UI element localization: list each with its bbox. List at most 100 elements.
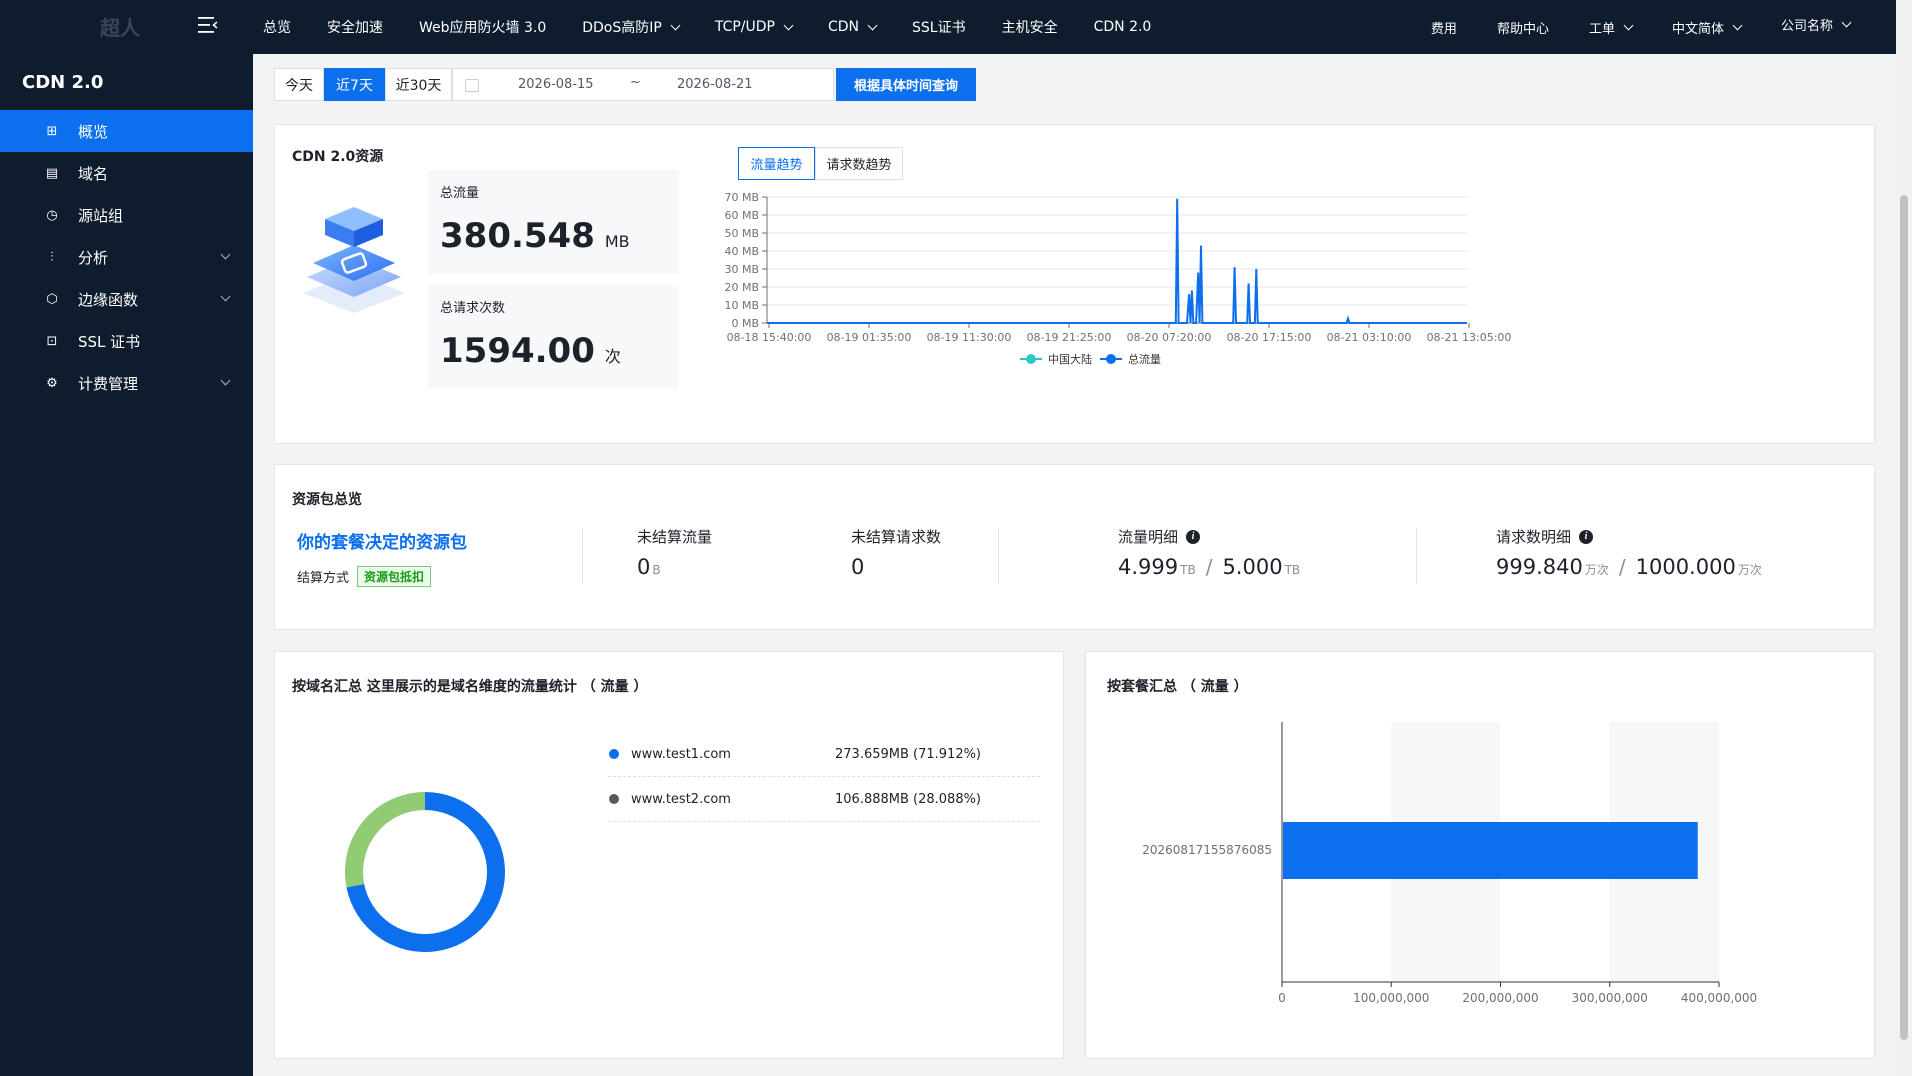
- page-scrollbar[interactable]: [1896, 0, 1912, 1076]
- ticket-dropdown[interactable]: 工单: [1589, 18, 1634, 37]
- divider: [582, 528, 583, 584]
- category-label: 20260817155876085: [1142, 843, 1272, 857]
- plan-bar[interactable]: [1283, 822, 1698, 879]
- legend-marker-icon: [1026, 354, 1036, 364]
- cdn-resource-card: CDN 2.0资源 总流量 380.548 MB 总请求次数 1594.00 次…: [274, 124, 1875, 444]
- help-center-link[interactable]: 帮助中心: [1497, 18, 1549, 37]
- request-detail-value: 999.840 万次/1000.000 万次: [1496, 555, 1762, 579]
- legend-label[interactable]: 中国大陆: [1048, 352, 1092, 366]
- sidebar-item-label: 概览: [78, 122, 109, 141]
- end-date[interactable]: 2026-08-21: [677, 77, 753, 92]
- language-dropdown[interactable]: 中文简体: [1672, 18, 1743, 37]
- domain-legend-row: www.test1.com 273.659MB (71.912%): [608, 732, 1040, 777]
- domain-legend-list: www.test1.com 273.659MB (71.912%) www.test…: [608, 732, 1040, 822]
- date-filter-bar: 今天 近7天 近30天 2026-08-15 ~ 2026-08-21 根据具体…: [274, 68, 976, 101]
- total-requests-unit: 次: [604, 347, 621, 366]
- sidebar-item[interactable]: ◷ 源站组: [0, 194, 253, 236]
- x-tick-label: 08-20 07:20:00: [1127, 331, 1212, 344]
- total-requests-value: 1594.00 次: [440, 331, 621, 371]
- sidebar-item[interactable]: ⊞ 概览: [0, 110, 253, 152]
- unsettled-traffic-label: 未结算流量: [637, 528, 713, 546]
- sidebar-item-label: 边缘函数: [78, 290, 139, 309]
- logo[interactable]: 超人: [100, 12, 140, 41]
- x-tick-label: 0: [1278, 991, 1286, 1005]
- legend-label[interactable]: 总流量: [1128, 352, 1161, 366]
- plan-summary-card: 按套餐汇总 （ 流量 ） 0 100,000,000 200,000,000 300,…: [1085, 651, 1875, 1059]
- query-by-time-button[interactable]: 根据具体时间查询: [836, 68, 976, 101]
- info-icon[interactable]: i: [1186, 529, 1201, 544]
- sidebar-item[interactable]: ⚙ 计费管理: [0, 362, 253, 404]
- filter-30days-button[interactable]: 近30天: [385, 68, 452, 101]
- top-nav-item[interactable]: CDN 2.0: [1094, 19, 1152, 35]
- settlement-label: 结算方式: [297, 571, 350, 586]
- unsettled-traffic-unit: B: [652, 563, 661, 577]
- donut-slice[interactable]: [345, 792, 425, 888]
- package-overview-card: 资源包总览 你的套餐决定的资源包 结算方式 资源包抵扣 未结算流量 0B 未结算…: [274, 464, 1875, 630]
- domain-name: www.test1.com: [631, 746, 731, 762]
- top-nav-item[interactable]: CDN: [828, 19, 878, 35]
- calendar-icon: [465, 79, 479, 92]
- grid-icon: ⊞: [46, 123, 58, 139]
- info-icon[interactable]: i: [1579, 529, 1594, 544]
- legend-marker-icon: [1106, 354, 1116, 364]
- date-range-picker[interactable]: 2026-08-15 ~ 2026-08-21: [452, 68, 834, 101]
- top-nav-item[interactable]: TCP/UDP: [715, 19, 794, 35]
- filter-7days-button[interactable]: 近7天: [324, 68, 385, 101]
- sidebar-item-label: SSL 证书: [78, 332, 141, 351]
- date-separator: ~: [630, 75, 641, 90]
- y-tick-label: 20 MB: [724, 281, 759, 294]
- total-traffic-unit: MB: [604, 232, 630, 251]
- plan-summary-title: 按套餐汇总 （ 流量 ）: [1107, 679, 1248, 695]
- x-tick-label: 08-19 01:35:00: [827, 331, 912, 344]
- chevron-down-icon: [1732, 20, 1743, 30]
- sidebar-item-label: 域名: [78, 164, 109, 183]
- sidebar-item[interactable]: ⫶ 分析: [0, 236, 253, 278]
- unsettled-requests: 未结算请求数 0: [851, 526, 941, 579]
- top-nav-item[interactable]: 总览: [263, 17, 291, 37]
- sidebar-item[interactable]: ⬡ 边缘函数: [0, 278, 253, 320]
- top-nav-item[interactable]: 安全加速: [327, 17, 383, 37]
- sidebar-item[interactable]: ▤ 域名: [0, 152, 253, 194]
- start-date[interactable]: 2026-08-15: [518, 77, 594, 92]
- traffic-used: 4.999: [1118, 555, 1179, 579]
- package-link[interactable]: 你的套餐决定的资源包: [297, 528, 467, 553]
- traffic-detail: 流量明细 i 4.999 TB/5.000 TB: [1118, 526, 1300, 579]
- chevron-down-icon: [867, 20, 878, 30]
- fees-link[interactable]: 费用: [1431, 18, 1457, 37]
- x-tick-label: 08-19 21:25:00: [1027, 331, 1112, 344]
- sidebar-title: CDN 2.0: [22, 72, 104, 93]
- traffic-used-unit: TB: [1180, 563, 1196, 577]
- domain-donut-chart: [345, 792, 505, 952]
- domain-value: 106.888MB (28.088%): [835, 791, 982, 807]
- x-tick-label: 08-20 17:15:00: [1227, 331, 1312, 344]
- menu-toggle-icon[interactable]: [198, 16, 218, 34]
- y-tick-label: 50 MB: [724, 227, 759, 240]
- traffic-total: 5.000: [1222, 555, 1283, 579]
- legend-dot-icon: [609, 749, 619, 759]
- tab-traffic-trend[interactable]: 流量趋势: [738, 147, 815, 180]
- top-nav-item[interactable]: Web应用防火墙 3.0: [419, 17, 546, 37]
- top-navbar: 超人 总览 安全加速 Web应用防火墙 3.0 DDoS高防IP TCP/UDP CDN S…: [0, 0, 1896, 54]
- x-tick-label: 08-21 13:05:00: [1427, 331, 1512, 344]
- top-nav-item[interactable]: 主机安全: [1002, 17, 1058, 37]
- chevron-down-icon: [1623, 20, 1634, 30]
- logo-area: 超人: [0, 0, 253, 54]
- main-content: 今天 近7天 近30天 2026-08-15 ~ 2026-08-21 根据具体…: [253, 54, 1896, 1076]
- billing-icon: ⚙: [46, 375, 58, 391]
- sidebar-item[interactable]: ⊡ SSL 证书: [0, 320, 253, 362]
- domain-name: www.test2.com: [631, 791, 731, 807]
- company-dropdown[interactable]: 公司名称: [1781, 15, 1852, 34]
- top-nav-item[interactable]: SSL证书: [912, 17, 966, 37]
- chevron-down-icon: [670, 20, 681, 30]
- traffic-trend-chart: 0 MB 10 MB 20 MB 30 MB 40 MB 50 MB 60 MB 70 MB 0…: [724, 191, 1512, 366]
- scrollbar-thumb[interactable]: [1900, 195, 1908, 1040]
- filter-today-button[interactable]: 今天: [274, 68, 324, 101]
- domain-legend-row: www.test2.com 106.888MB (28.088%): [608, 777, 1040, 822]
- cdn-cube-icon: [303, 207, 405, 313]
- tab-request-trend[interactable]: 请求数趋势: [815, 147, 903, 180]
- divider: [998, 528, 999, 584]
- top-nav-item[interactable]: DDoS高防IP: [582, 17, 681, 37]
- traffic-detail-label: 流量明细 i: [1118, 526, 1300, 547]
- origin-icon: ◷: [46, 207, 58, 223]
- chevron-down-icon: [1841, 17, 1852, 27]
